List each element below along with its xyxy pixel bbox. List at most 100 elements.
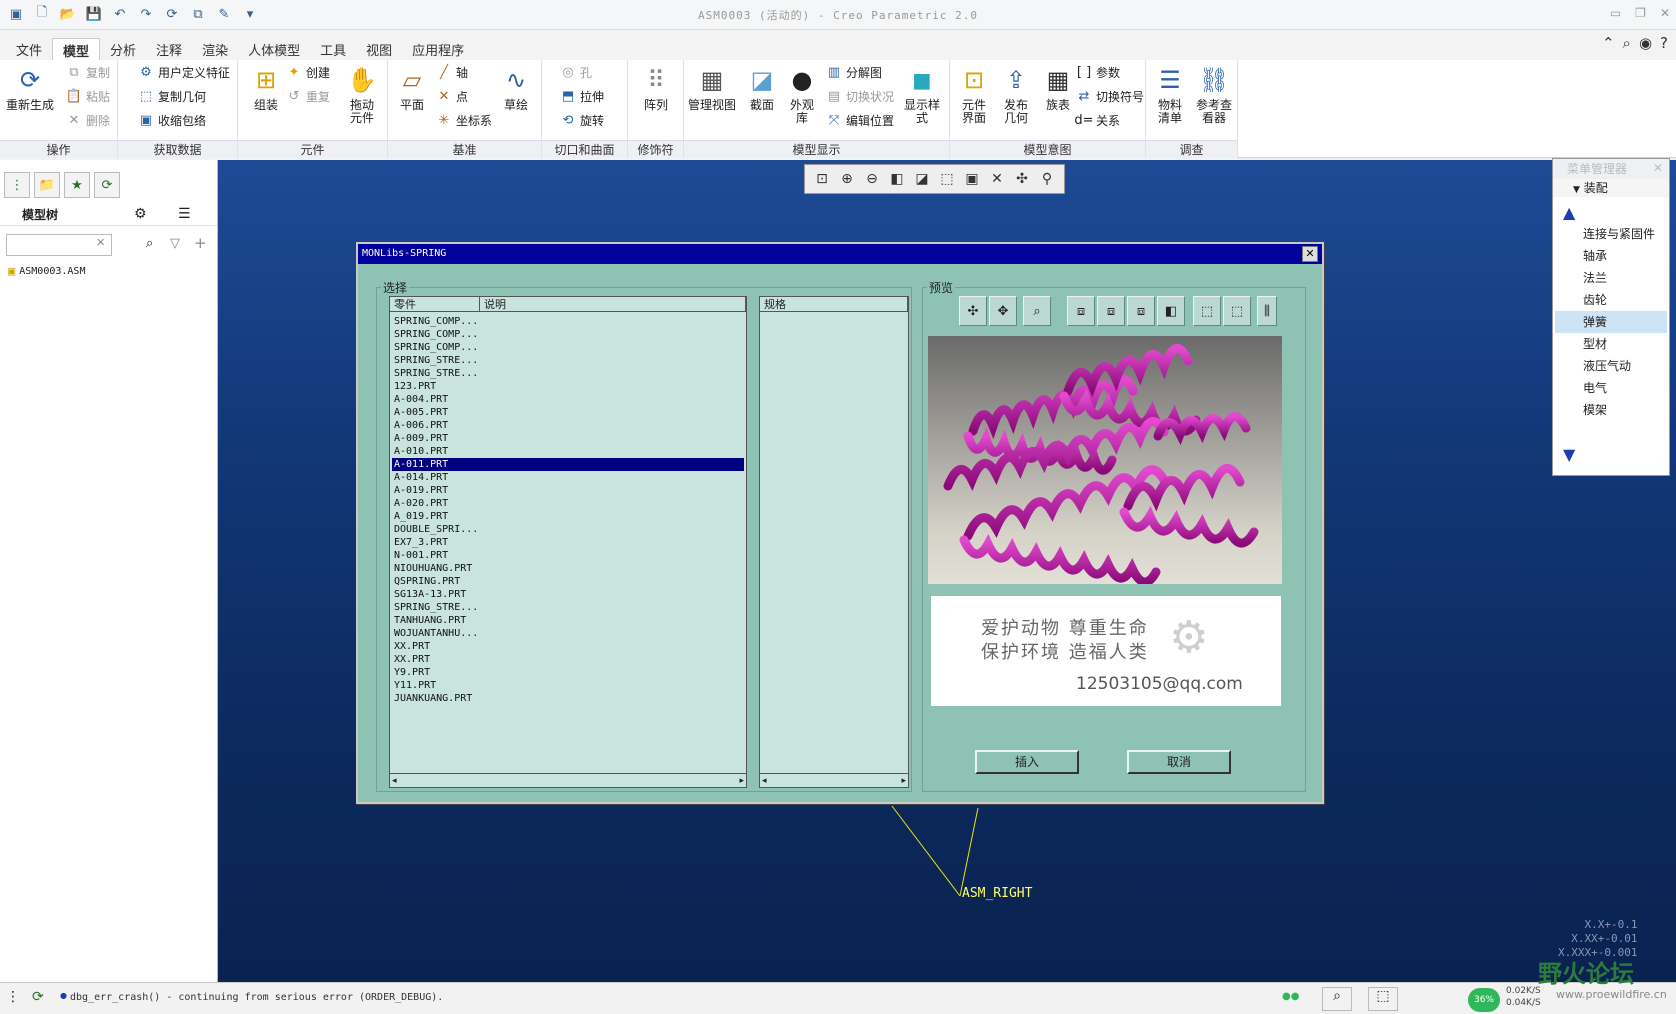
part-row[interactable]: A-014.PRT (392, 471, 744, 484)
part-row[interactable]: SG13A-13.PRT (392, 588, 744, 601)
tree-columns-icon[interactable]: ☰ (178, 206, 191, 222)
datum-label[interactable]: ASM_RIGHT (962, 886, 1032, 901)
publish-geometry-button[interactable]: ⇪ 发布 几何 (992, 64, 1040, 125)
drag-component-button[interactable]: ✋ 拖动 元件 (338, 64, 386, 125)
menu-item-electrical[interactable]: 电气 (1555, 377, 1667, 399)
cancel-button[interactable]: 取消 (1127, 750, 1231, 774)
menu-item-hydraulic[interactable]: 液压气动 (1555, 355, 1667, 377)
column-header-part[interactable]: 零件 (390, 297, 480, 312)
part-row[interactable]: EX7_3.PRT (392, 536, 744, 549)
insert-button[interactable]: 插入 (975, 750, 1079, 774)
tab-applications[interactable]: 应用程序 (402, 38, 474, 60)
tree-root-item[interactable]: ▣ ASM0003.ASM (8, 264, 85, 278)
group-label[interactable]: 获取数据 (118, 140, 237, 158)
scroll-left-icon[interactable]: ◂ (762, 776, 767, 786)
reference-viewer-button[interactable]: ⛓ 参考查 看器 (1190, 64, 1238, 125)
part-row[interactable]: Y9.PRT (392, 666, 744, 679)
browser-toggle-icon[interactable]: ⟳ (32, 989, 44, 1005)
part-row[interactable]: N-001.PRT (392, 549, 744, 562)
dialog-close-icon[interactable]: ✕ (1302, 246, 1318, 262)
preview-orient-icon[interactable]: ⬚ (1223, 296, 1251, 326)
point-button[interactable]: ✕ 点 (436, 86, 468, 106)
revolve-button[interactable]: ⟲ 旋转 (560, 110, 604, 130)
regenerate-button[interactable]: ⟳ 重新生成 (6, 64, 54, 112)
group-label[interactable]: 调查 (1146, 140, 1237, 158)
part-row[interactable]: NIOUHUANG.PRT (392, 562, 744, 575)
part-row[interactable]: SPRING_STRE... (392, 354, 744, 367)
favorites-tab-icon[interactable]: ★ (64, 172, 90, 198)
help-icon[interactable]: ? (1660, 34, 1668, 52)
preview-wireframe-icon[interactable]: ⧈ (1067, 296, 1095, 326)
preview-pan-icon[interactable]: ✥ (989, 296, 1017, 326)
filter-icon[interactable]: ▽ (170, 236, 180, 251)
spring-preview-image[interactable] (928, 336, 1282, 587)
part-row[interactable]: A-020.PRT (392, 497, 744, 510)
switch-symbols-button[interactable]: ⇄ 切换符号 (1076, 86, 1144, 106)
scroll-up-arrow-icon[interactable]: ▲ (1563, 203, 1575, 222)
tab-analysis[interactable]: 分析 (100, 38, 146, 60)
group-label[interactable]: 修饰符 (628, 140, 683, 158)
manage-views-button[interactable]: ▦ 管理视图 (688, 64, 736, 112)
restore-icon[interactable]: ❐ (1635, 6, 1646, 20)
menu-close-icon[interactable]: ✕ (1653, 161, 1663, 175)
minimize-icon[interactable]: ▭ (1610, 6, 1621, 20)
tab-file[interactable]: 文件 (6, 38, 52, 60)
axis-button[interactable]: ╱ 轴 (436, 62, 468, 82)
toggle-status-button[interactable]: ▤ 切换状况 (826, 86, 894, 106)
history-tab-icon[interactable]: ⟳ (94, 172, 120, 198)
menu-item-gears[interactable]: 齿轮 (1555, 289, 1667, 311)
part-row[interactable]: A-004.PRT (392, 393, 744, 406)
find-status-icon[interactable]: ⌕ (1322, 987, 1352, 1011)
group-label[interactable]: 模型显示 (684, 140, 949, 158)
search-icon[interactable]: ⌕ (1623, 34, 1631, 52)
menu-item-flanges[interactable]: 法兰 (1555, 267, 1667, 289)
part-row[interactable]: XX.PRT (392, 640, 744, 653)
edit-position-button[interactable]: ⤧ 编辑位置 (826, 110, 894, 130)
tab-tools[interactable]: 工具 (310, 38, 356, 60)
part-row[interactable]: SPRING_STRE... (392, 367, 744, 380)
folder-browser-tab-icon[interactable]: 📁 (34, 172, 60, 198)
preview-spin-icon[interactable]: ✣ (959, 296, 987, 326)
bom-button[interactable]: ☰ 物料 清单 (1146, 64, 1194, 125)
tab-annotate[interactable]: 注释 (146, 38, 192, 60)
nav-toggle-icon[interactable]: ⋮ (6, 989, 20, 1005)
assemble-button[interactable]: ⊞ 组装 (242, 64, 290, 112)
preview-settings-icon[interactable]: ⫼ (1257, 296, 1277, 326)
tab-manikin[interactable]: 人体模型 (238, 38, 310, 60)
part-row[interactable]: A_019.PRT (392, 510, 744, 523)
relations-button[interactable]: d= 关系 (1074, 110, 1120, 130)
find-icon[interactable]: ⌕ (146, 236, 153, 251)
part-row[interactable]: A-019.PRT (392, 484, 744, 497)
menu-item-springs[interactable]: 弹簧 (1555, 311, 1667, 333)
part-row[interactable]: QSPRING.PRT (392, 575, 744, 588)
create-button[interactable]: ✦ 创建 (286, 62, 330, 82)
scroll-right-icon[interactable]: ▸ (901, 776, 906, 786)
tree-settings-icon[interactable]: ⚙ (134, 206, 147, 222)
spec-horizontal-scrollbar[interactable]: ◂ ▸ (760, 773, 908, 787)
copy-geometry-button[interactable]: ⬚ 复制几何 (138, 86, 206, 106)
tab-render[interactable]: 渲染 (192, 38, 238, 60)
part-row[interactable]: DOUBLE_SPRI... (392, 523, 744, 536)
part-row[interactable]: XX.PRT (392, 653, 744, 666)
preview-shaded-icon[interactable]: ◧ (1157, 296, 1185, 326)
preview-default-view-icon[interactable]: ⬚ (1193, 296, 1221, 326)
part-row[interactable]: SPRING_STRE... (392, 601, 744, 614)
add-icon[interactable]: + (194, 234, 207, 252)
hole-button[interactable]: ◎ 孔 (560, 62, 592, 82)
part-row[interactable]: Y11.PRT (392, 679, 744, 692)
delete-button[interactable]: ✕ 删除 (66, 110, 110, 130)
model-tree-tab-icon[interactable]: ⋮ (4, 172, 30, 198)
preview-no-hidden-icon[interactable]: ⧈ (1127, 296, 1155, 326)
group-label[interactable]: 切口和曲面 (542, 140, 627, 158)
exploded-view-button[interactable]: ▥ 分解图 (826, 62, 882, 82)
parameters-button[interactable]: [ ] 参数 (1076, 62, 1120, 82)
sketch-button[interactable]: ∿ 草绘 (492, 64, 540, 112)
column-header-spec[interactable]: 规格 (760, 297, 908, 312)
component-interface-button[interactable]: ⊡ 元件 界面 (950, 64, 998, 125)
group-label[interactable]: 操作 (0, 140, 117, 158)
part-row[interactable]: A-006.PRT (392, 419, 744, 432)
appearance-gallery-button[interactable]: ● 外观库 (778, 64, 826, 125)
display-style-button[interactable]: ◼ 显示样式 (898, 64, 946, 125)
part-row[interactable]: TANHUANG.PRT (392, 614, 744, 627)
repeat-button[interactable]: ↺ 重复 (286, 86, 330, 106)
